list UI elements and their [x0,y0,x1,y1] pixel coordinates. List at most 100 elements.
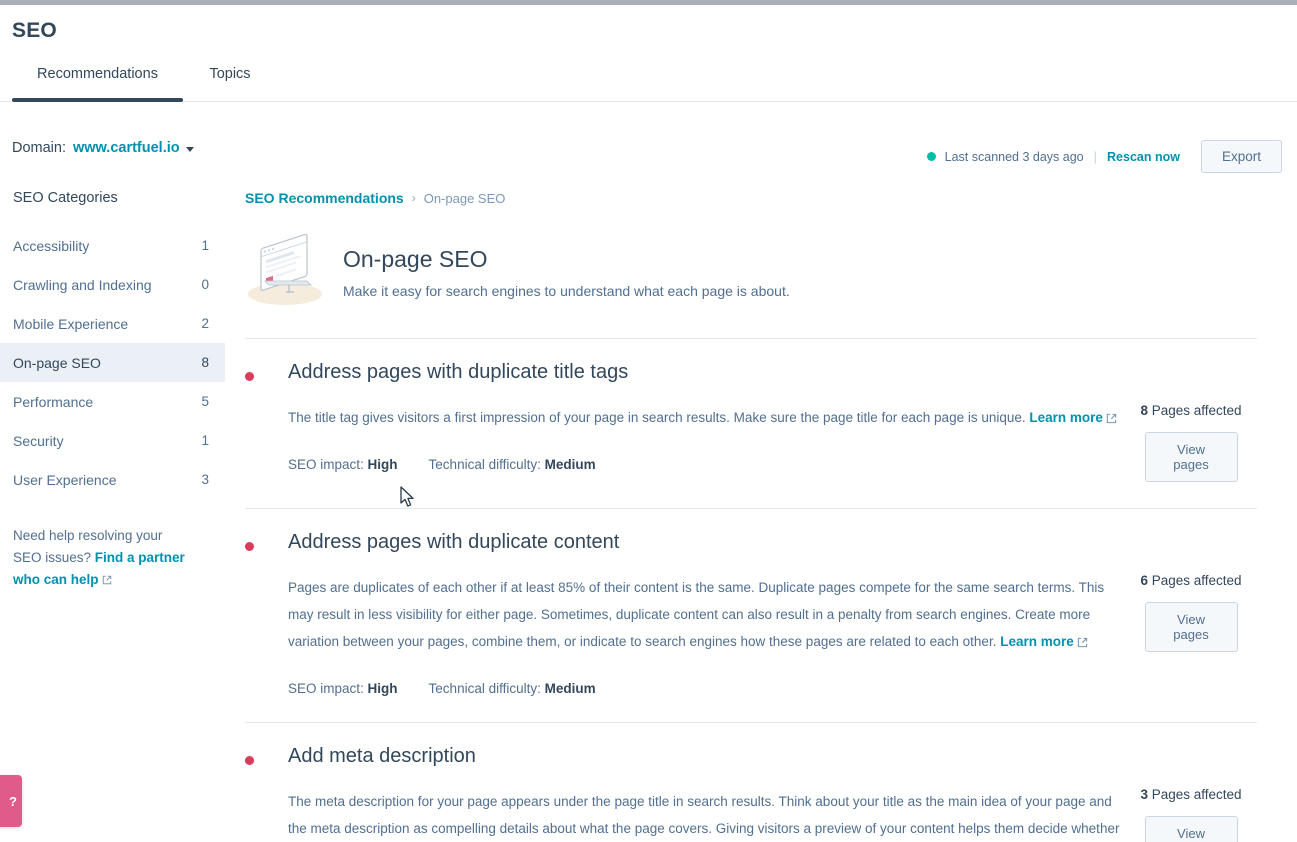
technical-difficulty-value: Medium [544,681,596,696]
status-dot-icon [926,152,936,161]
sidebar-item-on-page-seo[interactable]: On-page SEO 8 [0,343,225,382]
recommendation-action-column: 6 Pages affected View pages [1125,531,1257,696]
sidebar-item-label: Accessibility [13,237,90,254]
sidebar-item-user-experience[interactable]: User Experience 3 [0,460,225,499]
sidebar-item-label: Performance [13,393,94,410]
recommendation-title: Address pages with duplicate content [288,531,620,553]
sidebar-item-label: Mobile Experience [13,315,129,332]
seo-category-list: Accessibility 1 Crawling and Indexing 0 Mobi… [0,226,225,499]
main-content: SEO Recommendations › On-page SEO On-pag… [245,190,1257,842]
learn-more-link[interactable]: Learn more [1029,410,1103,425]
category-subtitle: Make it easy for search engines to under… [343,282,790,299]
breadcrumb-current: On-page SEO [423,190,506,206]
severity-dot-icon [245,756,254,765]
export-button[interactable]: Export [1200,140,1282,173]
pages-affected: 3 Pages affected [1125,787,1257,802]
category-title: On-page SEO [343,245,488,272]
recommendation-list: Address pages with duplicate title tags T… [245,338,1257,842]
recommendation-action-column: 8 Pages affected View pages [1125,361,1257,482]
pages-affected-count: 8 [1140,403,1148,418]
pages-affected: 6 Pages affected [1125,573,1257,588]
seo-impact-label: SEO impact: [288,457,364,472]
pages-affected-label: Pages affected [1151,573,1242,588]
external-link-icon [1077,637,1087,648]
tab-recommendations-label: Recommendations [37,66,158,82]
external-link-icon [1106,413,1117,424]
technical-difficulty-label: Technical difficulty: [428,457,541,472]
recommendation-row: Address pages with duplicate content Page… [245,508,1257,722]
sidebar-item-accessibility[interactable]: Accessibility 1 [0,226,225,265]
view-pages-button[interactable]: View pages [1144,602,1238,652]
sidebar-item-security[interactable]: Security 1 [0,421,225,460]
domain-label: Domain: [12,140,66,156]
pages-affected-label: Pages affected [1151,787,1242,802]
recommendation-title: Add meta description [288,745,476,767]
recommendation-description-text: Pages are duplicates of each other if at… [288,580,1105,649]
recommendation-row: Add meta description The meta description… [245,722,1257,842]
pages-affected-label: Pages affected [1151,403,1242,418]
sidebar-item-label: On-page SEO [13,354,101,371]
tab-topics[interactable]: Topics [183,56,277,102]
tab-bar: Recommendations Topics [0,56,1297,102]
chevron-down-icon[interactable] [185,146,194,152]
view-pages-button[interactable]: View pages [1144,432,1238,482]
feedback-tab-button[interactable]: ? [0,775,22,827]
seo-impact-value: High [367,681,398,696]
rescan-now-link[interactable]: Rescan now [1107,150,1180,164]
recommendation-description: The meta description for your page appea… [261,788,1121,842]
sidebar-title: SEO Categories [13,190,118,206]
learn-more-link[interactable]: Learn more [1000,634,1074,649]
sidebar-item-count: 1 [201,238,209,253]
seo-impact-value: High [367,457,398,472]
on-page-seo-illustration-icon [245,233,325,308]
recommendation-description: Pages are duplicates of each other if at… [261,574,1121,655]
recommendation-action-column: 3 Pages affected View pages [1125,745,1257,842]
active-tab-underline [12,98,183,102]
sidebar-item-count: 2 [201,316,209,331]
external-link-icon [102,575,112,585]
sidebar-item-label: Crawling and Indexing [13,276,152,293]
recommendation-row: Address pages with duplicate title tags T… [245,338,1257,508]
sidebar-item-count: 0 [201,277,209,292]
sidebar: SEO Categories Accessibility 1 Crawling an… [0,190,225,591]
seo-impact-label: SEO impact: [288,681,364,696]
technical-difficulty-label: Technical difficulty: [428,681,541,696]
category-header: On-page SEO Make it easy for search engi… [245,233,1257,308]
page-title: SEO [12,19,57,42]
browser-chrome-strip [0,0,1297,5]
view-pages-button[interactable]: View pages [1144,816,1238,842]
sidebar-item-count: 5 [201,394,209,409]
technical-difficulty-value: Medium [544,457,596,472]
pages-affected-count: 6 [1140,573,1148,588]
breadcrumb-parent-link[interactable]: SEO Recommendations [245,190,404,206]
pages-affected: 8 Pages affected [1125,403,1257,418]
tab-recommendations[interactable]: Recommendations [12,56,183,102]
seo-impact: SEO impact: High [288,681,398,696]
sidebar-item-count: 8 [201,355,209,370]
sidebar-item-crawling-and-indexing[interactable]: Crawling and Indexing 0 [0,265,225,304]
recommendation-body-column: Address pages with duplicate content Page… [245,531,1125,696]
last-scanned-text: Last scanned 3 days ago [944,149,1084,164]
sidebar-item-mobile-experience[interactable]: Mobile Experience 2 [0,304,225,343]
recommendation-meta: SEO impact: High Technical difficulty: Me… [261,681,1125,696]
recommendation-description: The title tag gives visitors a first imp… [261,404,1121,431]
seo-impact: SEO impact: High [288,457,398,472]
sidebar-item-label: Security [13,432,64,449]
recommendation-description-text: The meta description for your page appea… [288,794,1120,836]
sidebar-item-count: 3 [201,472,209,487]
recommendation-body-column: Add meta description The meta description… [245,745,1125,842]
technical-difficulty: Technical difficulty: Medium [429,681,596,696]
breadcrumb-separator: › [411,191,416,205]
sidebar-help-block: Need help resolving your SEO issues? Fin… [0,525,205,591]
recommendation-meta: SEO impact: High Technical difficulty: Me… [261,457,1125,472]
domain-selector[interactable]: Domain: www.cartfuel.io [12,140,194,156]
recommendation-title: Address pages with duplicate title tags [288,361,629,383]
sidebar-item-performance[interactable]: Performance 5 [0,382,225,421]
domain-value[interactable]: www.cartfuel.io [73,140,180,156]
technical-difficulty: Technical difficulty: Medium [429,457,596,472]
recommendation-body-column: Address pages with duplicate title tags T… [245,361,1125,482]
sidebar-item-count: 1 [201,433,209,448]
breadcrumb: SEO Recommendations › On-page SEO [245,190,1257,206]
tab-topics-label: Topics [209,66,251,82]
scan-status-bar: Last scanned 3 days ago | Rescan now Exp… [926,140,1282,173]
